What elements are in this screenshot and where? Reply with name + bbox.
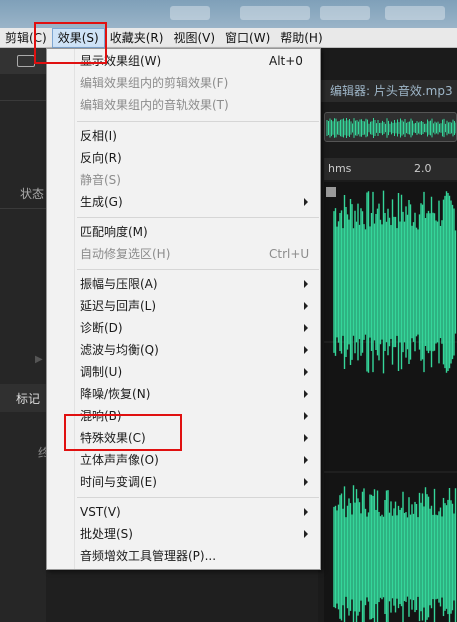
menu-item-noise-reduction[interactable]: 降噪/恢复(N) — [47, 383, 320, 405]
monitor-icon[interactable] — [17, 55, 35, 67]
files-panel: 状态 ▶ 标记 终 — [0, 48, 50, 622]
submenu-arrow-icon — [304, 456, 308, 464]
menu-item-label: 反相(I) — [80, 129, 117, 143]
time-ruler[interactable]: hms 2.0 — [324, 158, 457, 180]
menu-item-time-pitch[interactable]: 时间与变调(E) — [47, 471, 320, 493]
menu-item-edit-track-effects[interactable]: 编辑效果组内的音轨效果(T) — [47, 94, 320, 116]
menu-item-delay-echo[interactable]: 延迟与回声(L) — [47, 295, 320, 317]
menu-favorites[interactable]: 收藏夹(R) — [105, 28, 169, 48]
waveform-display[interactable] — [324, 182, 457, 622]
divider — [0, 100, 46, 101]
channel-handle-icon — [326, 187, 336, 197]
menu-help[interactable]: 帮助(H) — [275, 28, 327, 48]
menu-item-amplitude[interactable]: 振幅与压限(A) — [47, 273, 320, 295]
effects-dropdown-menu: 显示效果组(W) Alt+0 编辑效果组内的剪辑效果(F) 编辑效果组内的音轨效… — [46, 48, 321, 570]
blurred-tab — [320, 6, 370, 20]
menu-item-label: 诊断(D) — [80, 321, 123, 335]
menu-item-generate[interactable]: 生成(G) — [47, 191, 320, 213]
menu-item-label: 滤波与均衡(Q) — [80, 343, 159, 357]
submenu-arrow-icon — [304, 390, 308, 398]
menu-item-label: 延迟与回声(L) — [80, 299, 157, 313]
menu-item-label: 自动修复选区(H) — [80, 247, 171, 261]
submenu-arrow-icon — [304, 412, 308, 420]
menu-item-auto-heal[interactable]: 自动修复选区(H) Ctrl+U — [47, 243, 320, 265]
menu-item-batch[interactable]: 批处理(S) — [47, 523, 320, 545]
menu-separator — [77, 121, 319, 122]
divider — [0, 208, 46, 209]
menu-window[interactable]: 窗口(W) — [220, 28, 275, 48]
status-column-header: 状态 — [20, 187, 45, 201]
menu-item-label: 降噪/恢复(N) — [80, 387, 151, 401]
menu-item-label: 编辑效果组内的音轨效果(T) — [80, 98, 229, 112]
menu-item-diagnostics[interactable]: 诊断(D) — [47, 317, 320, 339]
submenu-arrow-icon — [304, 324, 308, 332]
submenu-arrow-icon — [304, 478, 308, 486]
submenu-arrow-icon — [304, 530, 308, 538]
menu-item-plugin-manager[interactable]: 音频增效工具管理器(P)... — [47, 545, 320, 567]
editor-tab[interactable]: 编辑器: 片头音效.mp3 三 — [318, 80, 457, 102]
time-unit-label: hms — [328, 162, 352, 175]
menu-item-label: 振幅与压限(A) — [80, 277, 158, 291]
waveform — [324, 187, 457, 622]
waveform-overview[interactable] — [324, 112, 457, 142]
play-icon[interactable]: ▶ — [35, 354, 43, 365]
menu-item-silence[interactable]: 静音(S) — [47, 169, 320, 191]
menu-item-label: VST(V) — [80, 505, 121, 519]
blurred-tab — [385, 6, 445, 20]
blurred-tab — [240, 6, 310, 20]
submenu-arrow-icon — [304, 434, 308, 442]
submenu-arrow-icon — [304, 302, 308, 310]
overview-waveform — [326, 118, 456, 138]
menu-separator — [77, 269, 319, 270]
menu-item-label: 音频增效工具管理器(P)... — [80, 549, 217, 563]
menu-item-label: 调制(U) — [80, 365, 123, 379]
time-tick-label: 2.0 — [414, 162, 432, 175]
menu-item-label: 立体声声像(O) — [80, 453, 159, 467]
menu-item-label: 批处理(S) — [80, 527, 133, 541]
menu-item-stereo-imagery[interactable]: 立体声声像(O) — [47, 449, 320, 471]
menu-item-shortcut: Alt+0 — [269, 54, 303, 68]
menu-separator — [77, 497, 319, 498]
menu-view[interactable]: 视图(V) — [168, 28, 220, 48]
menu-item-shortcut: Ctrl+U — [269, 247, 310, 261]
highlight-box-effects-menu — [34, 22, 107, 64]
menu-item-invert[interactable]: 反相(I) — [47, 125, 320, 147]
submenu-arrow-icon — [304, 368, 308, 376]
menu-separator — [77, 217, 319, 218]
submenu-arrow-icon — [304, 508, 308, 516]
tab-markers[interactable]: 标记 — [0, 390, 40, 407]
menu-item-label: 生成(G) — [80, 195, 123, 209]
menu-item-label: 时间与变调(E) — [80, 475, 157, 489]
submenu-arrow-icon — [304, 198, 308, 206]
menu-item-filter-eq[interactable]: 滤波与均衡(Q) — [47, 339, 320, 361]
menu-item-modulation[interactable]: 调制(U) — [47, 361, 320, 383]
menu-item-label: 反向(R) — [80, 151, 122, 165]
submenu-arrow-icon — [304, 346, 308, 354]
menu-item-edit-clip-effects[interactable]: 编辑效果组内的剪辑效果(F) — [47, 72, 320, 94]
highlight-box-special-effects — [64, 414, 182, 451]
menu-item-vst[interactable]: VST(V) — [47, 501, 320, 523]
menu-item-reverse[interactable]: 反向(R) — [47, 147, 320, 169]
menu-item-label: 编辑效果组内的剪辑效果(F) — [80, 76, 229, 90]
submenu-arrow-icon — [304, 280, 308, 288]
waveform-editor: 编辑器: 片头音效.mp3 三 hms 2.0 — [318, 48, 457, 622]
menu-item-label: 匹配响度(M) — [80, 225, 148, 239]
menu-item-label: 静音(S) — [80, 173, 121, 187]
menu-item-match-loudness[interactable]: 匹配响度(M) — [47, 221, 320, 243]
blurred-tab — [170, 6, 210, 20]
